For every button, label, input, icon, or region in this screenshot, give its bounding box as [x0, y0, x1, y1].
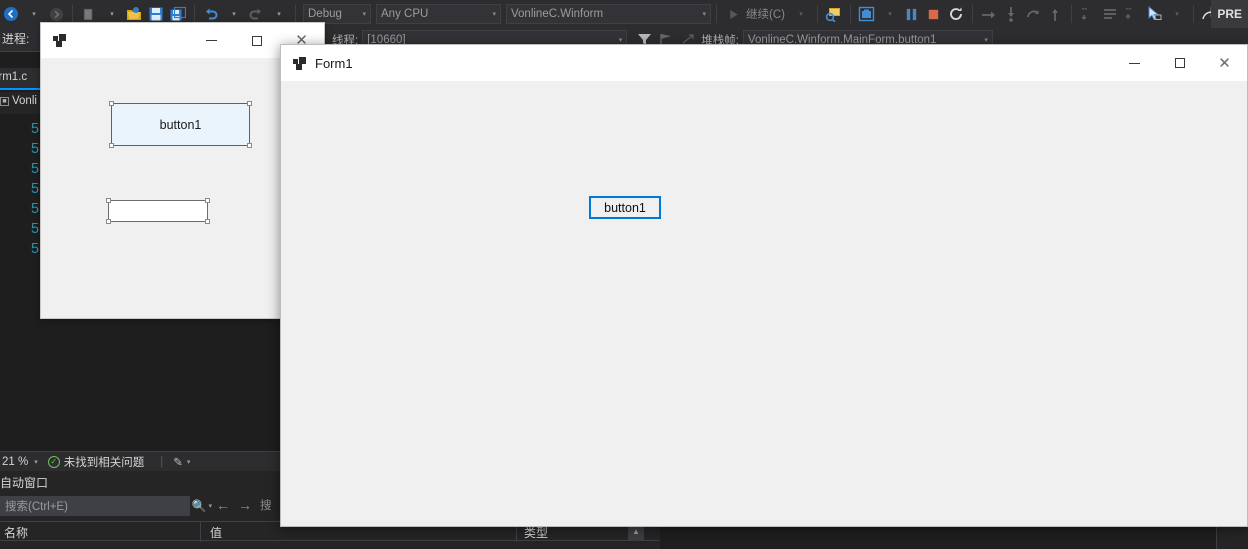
- form1-button1-label: button1: [604, 200, 646, 215]
- search-placeholder: 搜索(Ctrl+E): [5, 501, 68, 513]
- tab-active-underline: [0, 88, 40, 90]
- search-icon[interactable]: 🔍: [192, 499, 207, 513]
- continue-play-icon[interactable]: [722, 3, 744, 25]
- startup-project-value: VonlineC.Winform: [511, 8, 604, 20]
- comment-icon[interactable]: [1099, 3, 1121, 25]
- arrow-left-icon[interactable]: ←: [216, 497, 230, 513]
- chevron-down-icon[interactable]: ▾: [208, 502, 212, 510]
- zoom-level[interactable]: 21 %: [2, 456, 28, 468]
- configuration-value: Debug: [308, 8, 342, 20]
- pointer-dropdown-icon[interactable]: ▾: [1166, 3, 1188, 25]
- navigation-bar: ■ Vonli: [0, 92, 40, 114]
- annotate-icon[interactable]: ✎: [173, 455, 183, 469]
- snapshot-dropdown-icon[interactable]: ▾: [879, 3, 901, 25]
- screen-root: ▾ ▾ ▾ ▾ Debug ▾ Any CPU ▾ VonlineC.Winfo…: [0, 0, 1248, 549]
- document-tab-strip: orm1.c: [0, 68, 40, 90]
- arrow-right-icon[interactable]: →: [238, 497, 252, 513]
- column-name: 名称: [4, 526, 29, 540]
- issues-status: 未找到相关问题: [63, 456, 145, 469]
- process-label: 进程:: [2, 32, 30, 46]
- startup-project-combo[interactable]: VonlineC.Winform ▾: [506, 4, 711, 24]
- designer-textbox1[interactable]: [106, 198, 210, 224]
- form1-window-title: Form1: [315, 55, 353, 71]
- form1-body: button1: [281, 81, 1247, 526]
- document-tab[interactable]: orm1.c: [0, 71, 27, 83]
- chevron-down-icon: ▾: [362, 11, 366, 18]
- minimize-icon[interactable]: [189, 23, 234, 58]
- navigation-class[interactable]: Vonli: [12, 95, 37, 107]
- no-issues-icon: ✓: [47, 455, 60, 468]
- designer-button1-label: button1: [159, 117, 202, 132]
- step-out-icon[interactable]: [1022, 3, 1044, 25]
- column-value: 值: [210, 526, 223, 540]
- indent-icon[interactable]: "": [1077, 3, 1099, 25]
- annotate-dropdown-icon[interactable]: ▾: [187, 458, 191, 466]
- maximize-icon[interactable]: [1157, 45, 1202, 81]
- editor-status-bar: 21 % ▾ ✓ 未找到相关问题 | ✎ ▾: [0, 451, 282, 471]
- step-over-icon[interactable]: [978, 3, 1000, 25]
- form1-titlebar[interactable]: Form1 ✕: [281, 45, 1247, 81]
- chevron-down-icon: ▾: [618, 36, 623, 44]
- platform-value: Any CPU: [381, 8, 429, 20]
- close-icon[interactable]: ✕: [1202, 45, 1247, 81]
- minimize-icon[interactable]: [1112, 45, 1157, 81]
- designer-button1[interactable]: button1: [109, 101, 252, 148]
- step-into-icon[interactable]: [1000, 3, 1022, 25]
- winforms-app-icon: [53, 34, 67, 47]
- configuration-combo[interactable]: Debug ▾: [303, 4, 371, 24]
- uncomment-icon[interactable]: "": [1121, 3, 1143, 25]
- pointer-icon[interactable]: [1143, 3, 1165, 25]
- chevron-down-icon: ▾: [984, 36, 988, 44]
- continue-dropdown-icon[interactable]: ▾: [790, 3, 812, 25]
- navigate-back-icon[interactable]: [0, 3, 22, 25]
- stop-debugging-icon[interactable]: [923, 3, 945, 25]
- maximize-icon[interactable]: [234, 23, 279, 58]
- svg-text:"": "": [1126, 8, 1131, 15]
- winforms-app-icon: [293, 56, 307, 70]
- search-input[interactable]: 搜索(Ctrl+E): [0, 496, 190, 516]
- search-depth-label: 搜: [260, 500, 272, 512]
- show-next-statement-icon[interactable]: [1044, 3, 1066, 25]
- snapshot-icon[interactable]: [856, 3, 878, 25]
- form1-button1[interactable]: button1: [589, 196, 661, 219]
- chevron-down-icon: ▾: [492, 11, 496, 18]
- preview-badge: PRE: [1211, 0, 1248, 28]
- restart-icon[interactable]: [945, 3, 967, 25]
- autos-search-row: 搜索(Ctrl+E) 🔍 ▾: [0, 495, 212, 517]
- platform-combo[interactable]: Any CPU ▾: [376, 4, 501, 24]
- chevron-down-icon: ▾: [702, 11, 706, 18]
- form1-window[interactable]: Form1 ✕ button1: [280, 44, 1248, 527]
- class-icon: ■: [0, 97, 9, 106]
- attach-to-process-icon[interactable]: [823, 3, 845, 25]
- zoom-dropdown-icon[interactable]: ▾: [34, 458, 38, 466]
- continue-label: 继续(C): [746, 9, 785, 21]
- svg-text:"": "": [1082, 8, 1087, 15]
- break-all-icon[interactable]: [901, 3, 923, 25]
